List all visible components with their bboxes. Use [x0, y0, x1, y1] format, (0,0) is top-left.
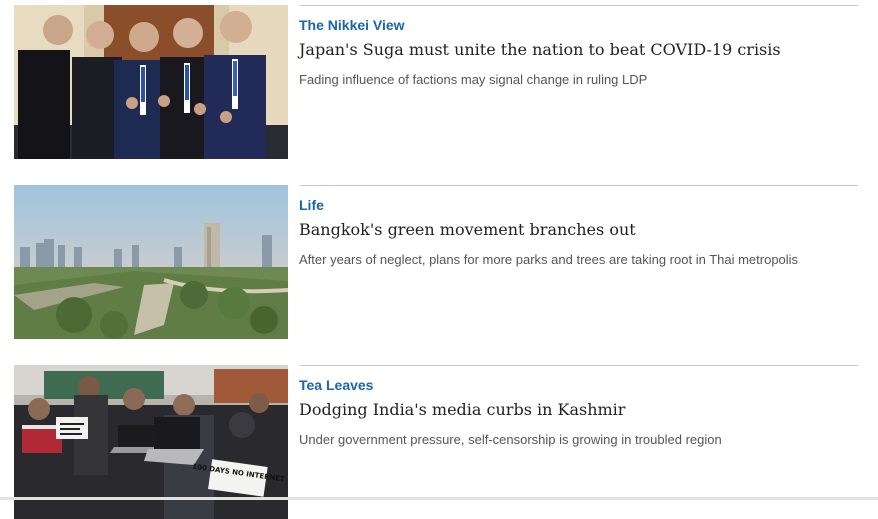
article-thumbnail-politicians[interactable]: [14, 5, 288, 159]
article-thumbnail-bangkok-park[interactable]: [14, 185, 288, 339]
article-headline[interactable]: Bangkok's green movement branches out: [299, 220, 636, 239]
category-link[interactable]: The Nikkei View: [299, 17, 405, 33]
divider: [300, 365, 858, 366]
article-summary: Fading influence of factions may signal …: [299, 72, 648, 87]
article-card[interactable]: The Nikkei View Japan's Suga must unite …: [14, 5, 858, 159]
article-summary: Under government pressure, self-censorsh…: [299, 432, 722, 447]
article-card[interactable]: Life Bangkok's green movement branches o…: [14, 185, 858, 339]
divider: [300, 185, 858, 186]
article-headline[interactable]: Dodging India's media curbs in Kashmir: [299, 400, 625, 419]
article-thumbnail-kashmir-protest[interactable]: 100 DAYS NO INTERNET: [14, 365, 288, 519]
category-link[interactable]: Life: [299, 197, 324, 213]
divider: [300, 5, 858, 6]
article-card[interactable]: 100 DAYS NO INTERNET Tea Leaves Dodging …: [14, 365, 858, 519]
article-headline[interactable]: Japan's Suga must unite the nation to be…: [299, 40, 781, 59]
category-link[interactable]: Tea Leaves: [299, 377, 373, 393]
article-summary: After years of neglect, plans for more p…: [299, 252, 799, 267]
